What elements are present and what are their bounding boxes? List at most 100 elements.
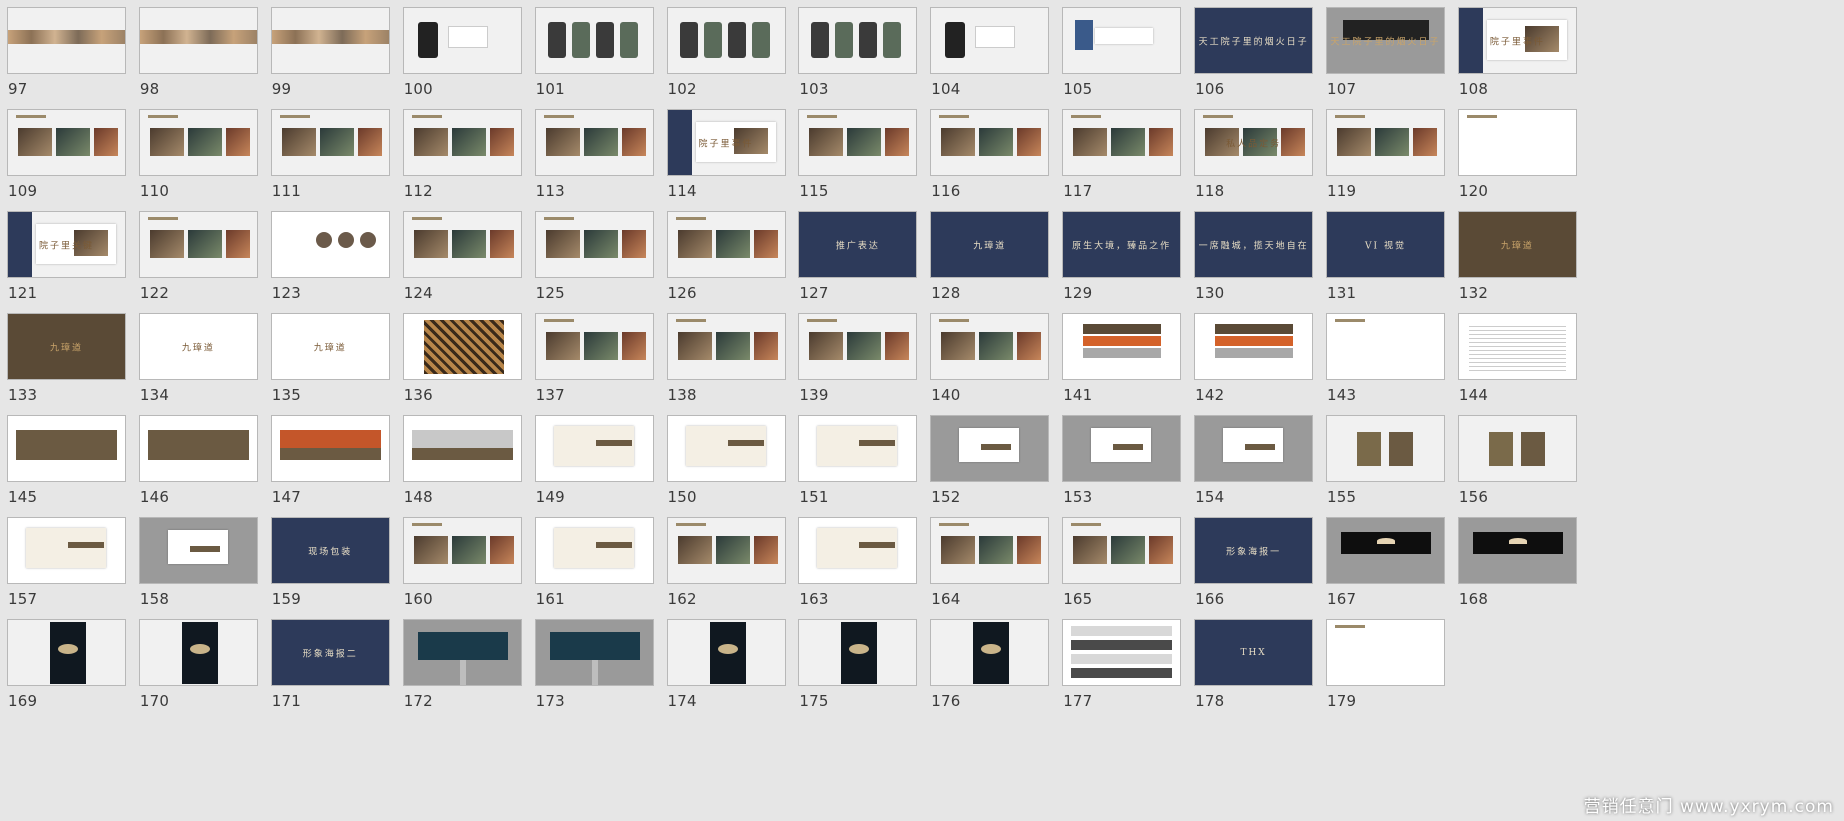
slide-thumbnail-139[interactable]: 139	[791, 306, 923, 416]
slide-thumbnail-107[interactable]: 天工院子里的烟火日子 107	[1319, 0, 1451, 110]
slide-thumbnail-151[interactable]: 151	[791, 408, 923, 518]
slide-number: 113	[535, 182, 565, 200]
slide-thumbnail-144[interactable]: 144	[1451, 306, 1583, 416]
slide-thumbnail-122[interactable]: 122	[132, 204, 264, 314]
slide-thumbnail-131[interactable]: VI 视觉 131	[1319, 204, 1451, 314]
slide-thumbnail-175[interactable]: 175	[791, 612, 923, 722]
slide-number: 104	[931, 80, 961, 98]
slide-thumbnail-114[interactable]: 院子里事件 114	[660, 102, 792, 212]
slide-thumbnail-142[interactable]: 142	[1187, 306, 1319, 416]
slide-thumbnail-138[interactable]: 138	[660, 306, 792, 416]
slide-number: 147	[271, 488, 302, 506]
slide-thumbnail-147[interactable]: 147	[264, 408, 396, 518]
slide-number: 176	[931, 692, 961, 710]
slide-thumbnail-149[interactable]: 149	[528, 408, 660, 518]
slide-number: 141	[1063, 386, 1093, 404]
slide-thumbnail-120[interactable]: 120	[1451, 102, 1583, 212]
slide-number: 114	[667, 182, 697, 200]
slide-thumbnail-111[interactable]: 111	[264, 102, 396, 212]
slide-thumbnail-145[interactable]: 145	[0, 408, 132, 518]
slide-thumbnail-102[interactable]: 102	[660, 0, 792, 110]
slide-thumbnail-98[interactable]: 98	[132, 0, 264, 110]
slide-thumbnail-137[interactable]: 137	[528, 306, 660, 416]
slide-thumbnail-156[interactable]: 156	[1451, 408, 1583, 518]
slide-thumbnail-163[interactable]: 163	[791, 510, 923, 620]
slide-thumbnail-150[interactable]: 150	[660, 408, 792, 518]
slide-thumbnail-171[interactable]: 形象海报二 171	[264, 612, 396, 722]
slide-thumbnail-128[interactable]: 九璋道 128	[923, 204, 1055, 314]
slide-thumbnail-177[interactable]: 177	[1055, 612, 1187, 722]
slide-thumbnail-165[interactable]: 165	[1055, 510, 1187, 620]
slide-thumbnail-159[interactable]: 现场包装 159	[264, 510, 396, 620]
slide-thumbnail-168[interactable]: 168	[1451, 510, 1583, 620]
slide-thumbnail-152[interactable]: 152	[923, 408, 1055, 518]
slide-thumbnail-174[interactable]: 174	[660, 612, 792, 722]
slide-caption: VI 视觉	[1365, 241, 1406, 251]
slide-thumbnail-123[interactable]: 123	[264, 204, 396, 314]
slide-thumbnail-153[interactable]: 153	[1055, 408, 1187, 518]
slide-thumbnail-140[interactable]: 140	[923, 306, 1055, 416]
slide-thumbnail-162[interactable]: 162	[660, 510, 792, 620]
slide-thumbnail-112[interactable]: 112	[396, 102, 528, 212]
slide-thumbnail-166[interactable]: 形象海报一 166	[1187, 510, 1319, 620]
slide-preview: 九璋道	[138, 313, 258, 380]
slide-preview	[930, 109, 1050, 176]
slide-thumbnail-115[interactable]: 115	[791, 102, 923, 212]
slide-thumbnail-160[interactable]: 160	[396, 510, 528, 620]
slide-thumbnail-110[interactable]: 110	[132, 102, 264, 212]
slide-thumbnail-155[interactable]: 155	[1319, 408, 1451, 518]
slide-thumbnail-130[interactable]: 一席融城，揽天地自在 130	[1187, 204, 1319, 314]
slide-thumbnail-176[interactable]: 176	[923, 612, 1055, 722]
slide-thumbnail-146[interactable]: 146	[132, 408, 264, 518]
slide-thumbnail-124[interactable]: 124	[396, 204, 528, 314]
slide-number: 170	[139, 692, 170, 710]
slide-thumbnail-109[interactable]: 109	[0, 102, 132, 212]
slide-thumbnail-141[interactable]: 141	[1055, 306, 1187, 416]
slide-thumbnail-179[interactable]: 179	[1319, 612, 1451, 722]
slide-thumbnail-154[interactable]: 154	[1187, 408, 1319, 518]
slide-thumbnail-135[interactable]: 九璋道 135	[264, 306, 396, 416]
slide-thumbnail-143[interactable]: 143	[1319, 306, 1451, 416]
slide-thumbnail-100[interactable]: 100	[396, 0, 528, 110]
slide-preview	[270, 7, 390, 74]
slide-thumbnail-105[interactable]: 105	[1055, 0, 1187, 110]
slide-thumbnail-158[interactable]: 158	[132, 510, 264, 620]
slide-thumbnail-178[interactable]: THX 178	[1187, 612, 1319, 722]
slide-thumbnail-161[interactable]: 161	[528, 510, 660, 620]
slide-thumbnail-116[interactable]: 116	[923, 102, 1055, 212]
slide-thumbnail-97[interactable]: 97	[0, 0, 132, 110]
slide-thumbnail-101[interactable]: 101	[528, 0, 660, 110]
slide-thumbnail-106[interactable]: 天工院子里的烟火日子 106	[1187, 0, 1319, 110]
slide-thumbnail-173[interactable]: 173	[528, 612, 660, 722]
slide-thumbnail-99[interactable]: 99	[264, 0, 396, 110]
slide-thumbnail-148[interactable]: 148	[396, 408, 528, 518]
slide-preview	[798, 313, 918, 380]
slide-preview	[666, 7, 786, 74]
slide-thumbnail-108[interactable]: 院子里事件 108	[1451, 0, 1583, 110]
slide-thumbnail-129[interactable]: 原生大境，臻品之作 129	[1055, 204, 1187, 314]
slide-number: 144	[1458, 386, 1489, 404]
slide-number: 127	[799, 284, 829, 302]
slide-number: 165	[1063, 590, 1093, 608]
slide-thumbnail-127[interactable]: 推广表达 127	[791, 204, 923, 314]
slide-thumbnail-164[interactable]: 164	[923, 510, 1055, 620]
slide-thumbnail-136[interactable]: 136	[396, 306, 528, 416]
slide-thumbnail-132[interactable]: 九璋道 132	[1451, 204, 1583, 314]
slide-thumbnail-121[interactable]: 院子里关键 121	[0, 204, 132, 314]
slide-thumbnail-172[interactable]: 172	[396, 612, 528, 722]
slide-thumbnail-118[interactable]: 私人品定务 118	[1187, 102, 1319, 212]
slide-thumbnail-170[interactable]: 170	[132, 612, 264, 722]
slide-thumbnail-169[interactable]: 169	[0, 612, 132, 722]
slide-number: 106	[1195, 80, 1225, 98]
slide-thumbnail-126[interactable]: 126	[660, 204, 792, 314]
slide-thumbnail-125[interactable]: 125	[528, 204, 660, 314]
slide-thumbnail-134[interactable]: 九璋道 134	[132, 306, 264, 416]
slide-thumbnail-157[interactable]: 157	[0, 510, 132, 620]
slide-thumbnail-167[interactable]: 167	[1319, 510, 1451, 620]
slide-thumbnail-104[interactable]: 104	[923, 0, 1055, 110]
slide-thumbnail-113[interactable]: 113	[528, 102, 660, 212]
slide-thumbnail-103[interactable]: 103	[791, 0, 923, 110]
slide-thumbnail-119[interactable]: 119	[1319, 102, 1451, 212]
slide-thumbnail-133[interactable]: 九璋道 133	[0, 306, 132, 416]
slide-thumbnail-117[interactable]: 117	[1055, 102, 1187, 212]
